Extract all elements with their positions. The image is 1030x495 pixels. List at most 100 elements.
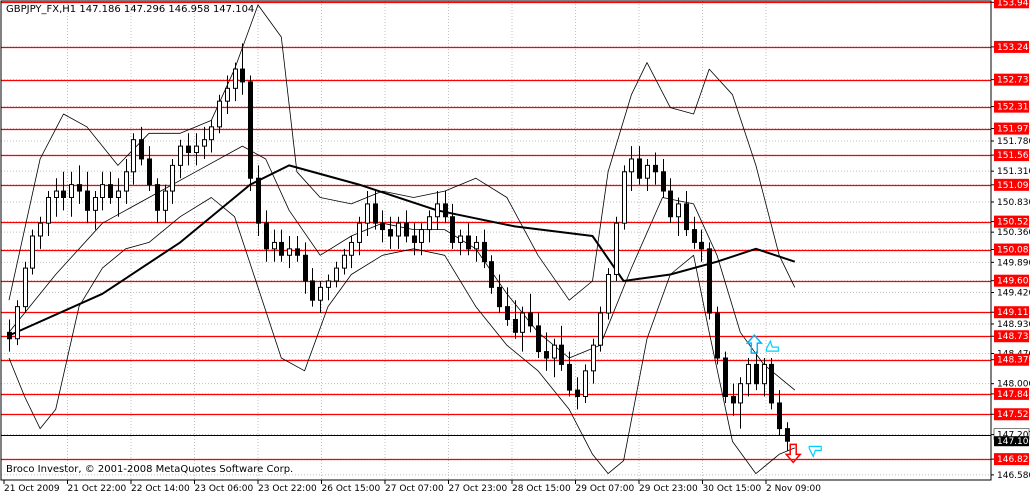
candle-bear xyxy=(404,222,409,237)
candle-bear xyxy=(684,203,689,231)
price-chart[interactable]: 153.940 153.245 152.735 152.315 151.973 151.7… xyxy=(0,0,1030,495)
level-label-value: 152.735 xyxy=(997,76,1030,86)
x-tick-label: 28 Oct 15:00 xyxy=(512,484,571,494)
candle-bull xyxy=(209,126,214,141)
candle-bull xyxy=(474,241,479,250)
candle-bear xyxy=(279,241,284,256)
y-tick-label: 148.930 xyxy=(997,320,1030,330)
candle-bear xyxy=(240,68,245,83)
candle-bull xyxy=(30,235,35,269)
level-label-value: 151.973 xyxy=(997,125,1030,135)
candle-bull xyxy=(163,190,168,211)
candle-bull xyxy=(591,344,596,372)
candle-bull xyxy=(194,145,199,154)
candle-bull xyxy=(100,184,105,198)
candle-bull xyxy=(357,222,362,243)
candle-bear xyxy=(108,184,113,198)
candle-bull xyxy=(762,363,767,385)
candle-bull xyxy=(46,196,51,224)
candle-bear xyxy=(77,184,82,192)
candle-bull xyxy=(225,87,230,102)
x-tick-label: 22 Oct 14:00 xyxy=(131,484,190,494)
candle-bear xyxy=(264,222,269,250)
y-tick-label: 146.580 xyxy=(997,471,1030,481)
x-tick-label: 23 Oct 06:00 xyxy=(195,484,254,494)
candle-bear xyxy=(513,318,518,333)
candle-bear xyxy=(731,396,736,404)
candle-bull xyxy=(23,267,28,308)
candle-bear xyxy=(303,254,308,282)
candle-bull xyxy=(217,100,222,128)
level-label-value: 153.245 xyxy=(997,43,1030,53)
candle-bull xyxy=(614,222,619,276)
candle-bull xyxy=(458,235,463,243)
candle-bull xyxy=(349,241,354,256)
candle-bull xyxy=(326,280,331,288)
candle-bear xyxy=(637,158,642,179)
candle-bear xyxy=(147,158,152,186)
candle-bear xyxy=(412,235,417,243)
x-tick-label: 30 Oct 15:00 xyxy=(703,484,762,494)
candle-bear xyxy=(388,229,393,237)
candle-bear xyxy=(544,351,549,359)
last-price-value: 147.104 xyxy=(997,437,1030,447)
x-tick-label: 23 Oct 22:00 xyxy=(258,484,317,494)
candle-bear xyxy=(295,248,300,256)
chart-title: GBPJPY_FX,H1 147.186 147.296 146.958 147… xyxy=(6,4,254,15)
candle-bear xyxy=(61,190,66,198)
candle-bear xyxy=(723,357,728,398)
candle-bull xyxy=(334,267,339,282)
candle-bull xyxy=(427,216,432,231)
level-label-value: 151.097 xyxy=(997,181,1030,191)
y-tick-label: 149.890 xyxy=(997,258,1030,268)
x-tick-label: 29 Oct 07:00 xyxy=(576,484,635,494)
candle-bull xyxy=(272,241,277,250)
candle-bear xyxy=(575,389,580,398)
candle-bull xyxy=(419,229,424,243)
candle-bear xyxy=(310,280,315,301)
candle-bear xyxy=(139,139,144,160)
candle-bear xyxy=(482,241,487,263)
candle-bull xyxy=(233,68,238,89)
candle-bull xyxy=(520,312,525,333)
candle-bull xyxy=(746,363,751,385)
candle-bear xyxy=(85,190,90,211)
candle-bear xyxy=(380,222,385,231)
candle-bull xyxy=(15,306,20,340)
candle-bull xyxy=(606,274,611,314)
candle-bull xyxy=(365,203,370,224)
copyright-credit: Broco Investor, © 2001-2008 MetaQuotes S… xyxy=(6,464,293,475)
candle-bear xyxy=(256,177,261,224)
level-label-value: 148.739 xyxy=(997,332,1030,342)
candle-bear xyxy=(528,312,533,327)
candle-bear xyxy=(450,216,455,243)
candle-bear xyxy=(661,171,666,192)
candle-bull xyxy=(54,190,59,198)
candle-bull xyxy=(676,203,681,218)
candle-bear xyxy=(443,203,448,218)
level-label-value: 150.089 xyxy=(997,246,1030,256)
candle-bull xyxy=(738,383,743,404)
x-tick-label: 29 Oct 23:00 xyxy=(639,484,698,494)
candle-bull xyxy=(178,145,183,166)
y-tick-label: 150.360 xyxy=(997,228,1030,238)
candle-bear xyxy=(466,235,471,250)
level-label-value: 152.315 xyxy=(997,103,1030,113)
candle-bull xyxy=(38,222,43,237)
candle-bull xyxy=(645,164,650,179)
candle-bull xyxy=(124,171,129,192)
candle-bull xyxy=(69,184,74,198)
level-label-value: 149.604 xyxy=(997,277,1030,287)
y-tick-label: 151.780 xyxy=(997,137,1030,147)
x-tick-label: 27 Oct 23:00 xyxy=(449,484,508,494)
chart-window: 153.940 153.245 152.735 152.315 151.973 151.7… xyxy=(0,0,1030,495)
level-label-value: 148.373 xyxy=(997,356,1030,366)
candle-bull xyxy=(435,203,440,218)
level-label-value: 147.841 xyxy=(997,390,1030,400)
candle-bear xyxy=(373,203,378,224)
candle-bear xyxy=(248,81,253,179)
candle-bear xyxy=(186,145,191,154)
candle-bear xyxy=(559,344,564,365)
candle-bear xyxy=(785,428,790,442)
candle-bull xyxy=(342,254,347,269)
